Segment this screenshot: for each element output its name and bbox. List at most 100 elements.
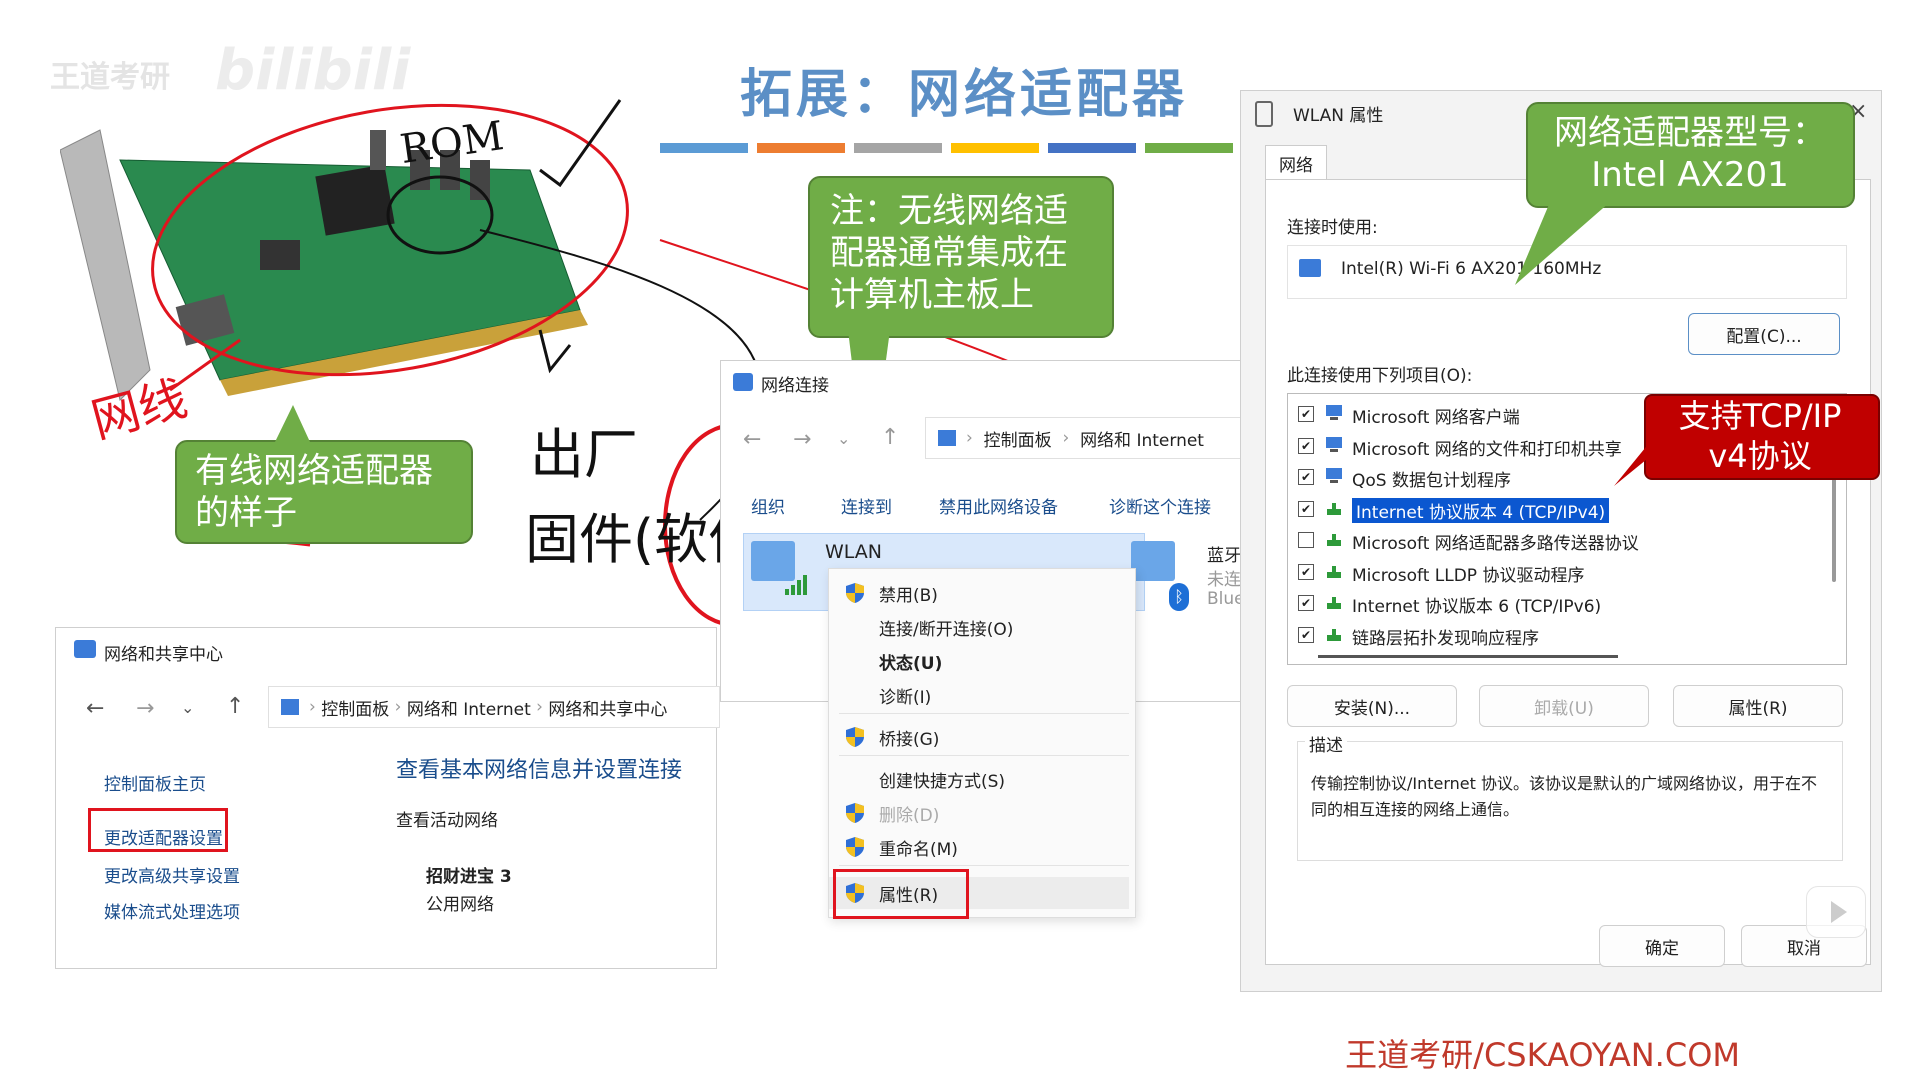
bluetooth-adapter-icon[interactable] — [1131, 541, 1175, 581]
menu-item-rename[interactable]: 重命名(M) — [829, 831, 1129, 863]
forward-arrow-icon[interactable]: → — [136, 696, 154, 721]
back-arrow-icon[interactable]: ← — [86, 696, 104, 721]
menu-item-label: 连接/断开连接(O) — [879, 619, 1014, 640]
breadcrumb-network-internet[interactable]: 网络和 Internet — [1080, 426, 1204, 451]
menu-item-label: 状态(U) — [879, 653, 943, 674]
shield-icon — [845, 836, 865, 858]
up-arrow-icon[interactable]: ↑ — [881, 425, 899, 450]
menu-item-label: 诊断(I) — [879, 687, 932, 708]
tab-network[interactable]: 网络 — [1265, 145, 1327, 180]
chevron-down-icon[interactable]: ⌄ — [181, 698, 194, 717]
menu-item-label: 禁用(B) — [879, 585, 938, 606]
bluetooth-icon: ᛒ — [1169, 583, 1189, 611]
model-callout-pointer — [1515, 202, 1610, 285]
wired-adapter-text: 有线网络适配器 的样子 — [195, 451, 433, 533]
toolbar-diagnose[interactable]: 诊断这个连接 — [1109, 493, 1211, 518]
window-title: WLAN 属性 — [1293, 106, 1384, 126]
link-control-panel-home[interactable]: 控制面板主页 — [104, 770, 206, 795]
shield-icon — [845, 802, 865, 824]
component-item[interactable]: ✔ 链路层拓扑发现响应程序 — [1288, 619, 1846, 649]
window-title: 网络和共享中心 — [104, 645, 223, 665]
menu-item-create-shortcut[interactable]: 创建快捷方式(S) — [829, 763, 1129, 795]
breadcrumb-control-panel[interactable]: 控制面板 — [984, 426, 1052, 451]
toolbar-disable-device[interactable]: 禁用此网络设备 — [939, 493, 1058, 518]
control-panel-icon — [281, 699, 299, 715]
bluetooth-desc: Blue — [1207, 589, 1245, 609]
page-heading: 查看基本网络信息并设置连接 — [396, 758, 683, 783]
factory-annotation: 出厂 — [530, 423, 638, 486]
component-icon — [1324, 467, 1344, 485]
menu-separator — [839, 865, 1129, 866]
menu-item-status[interactable]: 状态(U) — [829, 645, 1129, 677]
component-icon — [1324, 562, 1344, 580]
network-window-icon — [74, 640, 96, 658]
tcpip-callout-text: 支持TCP/IP v4协议 — [1678, 397, 1842, 475]
menu-separator — [839, 755, 1129, 756]
context-menu: 禁用(B) 连接/断开连接(O) 状态(U) 诊断(I) 桥接(G) 创建快捷方式(S) 删… — [828, 568, 1136, 919]
checkbox[interactable]: ✔ — [1298, 500, 1314, 517]
component-icon — [1324, 625, 1344, 643]
network-name: 招财进宝 3 — [426, 867, 512, 887]
menu-item-delete: 删除(D) — [829, 797, 1129, 829]
toolbar-organize[interactable]: 组织 — [751, 493, 785, 518]
checkbox[interactable]: ✔ — [1298, 595, 1314, 611]
list-scrollbar[interactable] — [1832, 472, 1836, 582]
connections-window-icon — [733, 373, 753, 391]
component-label: QoS 数据包计划程序 — [1352, 471, 1511, 491]
adapter-icon — [1299, 259, 1321, 277]
forward-arrow-icon[interactable]: → — [793, 427, 811, 452]
menu-item-connect-disconnect[interactable]: 连接/断开连接(O) — [829, 611, 1129, 643]
checkbox[interactable]: ✔ — [1298, 406, 1314, 422]
component-item[interactable]: ✔ Internet 协议版本 6 (TCP/IPv6) — [1288, 587, 1846, 617]
menu-item-disable[interactable]: 禁用(B) — [829, 577, 1129, 609]
menu-item-diagnose[interactable]: 诊断(I) — [829, 679, 1129, 711]
toolbar-connect-to[interactable]: 连接到 — [841, 493, 892, 518]
uninstall-button: 卸载(U) — [1479, 685, 1649, 727]
window-title: 网络连接 — [761, 376, 829, 396]
component-item[interactable]: ✔ Microsoft LLDP 协议驱动程序 — [1288, 556, 1846, 586]
highlight-box — [88, 808, 228, 852]
horizontal-scrollbar[interactable] — [1318, 655, 1618, 658]
checkbox[interactable]: ✔ — [1298, 437, 1314, 454]
menu-item-bridge[interactable]: 桥接(G) — [829, 721, 1129, 753]
component-item[interactable]: ✔ Internet 协议版本 4 (TCP/IPv4) — [1288, 493, 1846, 523]
ok-button[interactable]: 确定 — [1599, 925, 1725, 967]
configure-button[interactable]: 配置(C)... — [1688, 313, 1840, 355]
link-media-streaming[interactable]: 媒体流式处理选项 — [104, 898, 240, 923]
component-label: Microsoft 网络的文件和打印机共享 — [1352, 439, 1622, 460]
wlan-device-icon — [1255, 101, 1273, 127]
back-arrow-icon[interactable]: ← — [743, 427, 761, 452]
address-bar[interactable]: › 控制面板 › 网络和 Internet › 网络和共享中心 — [268, 686, 720, 728]
component-label: Internet 协议版本 4 (TCP/IPv4) — [1352, 497, 1610, 523]
component-item[interactable]: Microsoft 网络适配器多路传送器协议 — [1288, 524, 1846, 554]
component-icon — [1324, 593, 1344, 611]
component-label: Microsoft 网络适配器多路传送器协议 — [1352, 534, 1639, 554]
breadcrumb-network-internet[interactable]: 网络和 Internet — [407, 695, 531, 720]
breadcrumb-sharing-center[interactable]: 网络和共享中心 — [548, 695, 667, 720]
active-networks-label: 查看活动网络 — [396, 811, 498, 831]
link-advanced-sharing[interactable]: 更改高级共享设置 — [104, 862, 240, 887]
breadcrumb-control-panel[interactable]: 控制面板 — [321, 695, 389, 720]
adapter-model-text: 网络适配器型号： Intel AX201 — [1554, 113, 1826, 195]
component-icon — [1324, 499, 1344, 517]
play-icon[interactable] — [1806, 886, 1866, 938]
footer-brand: 王道考研/CSKAOYAN.COM — [1345, 1036, 1740, 1074]
checkbox[interactable]: ✔ — [1298, 469, 1314, 485]
item-properties-button[interactable]: 属性(R) — [1673, 685, 1843, 727]
checkbox[interactable]: ✔ — [1298, 563, 1314, 580]
checkbox[interactable] — [1298, 532, 1314, 548]
menu-separator — [839, 713, 1129, 714]
up-arrow-icon[interactable]: ↑ — [226, 694, 244, 719]
bluetooth-status: 未连 — [1207, 570, 1241, 590]
install-button[interactable]: 安装(N)... — [1287, 685, 1457, 727]
menu-item-label: 重命名(M) — [879, 839, 958, 860]
highlight-box — [833, 869, 969, 919]
address-bar[interactable]: › 控制面板 › 网络和 Internet — [925, 417, 1242, 459]
signal-bars-icon — [785, 571, 813, 595]
checkbox[interactable]: ✔ — [1298, 626, 1314, 643]
control-panel-icon — [938, 430, 956, 446]
description-text: 传输控制协议/Internet 协议。该协议是默认的广域网络协议，用于在不同的相… — [1311, 774, 1818, 819]
chevron-down-icon[interactable]: ⌄ — [837, 429, 850, 448]
menu-item-label: 桥接(G) — [879, 729, 940, 750]
connect-using-label: 连接时使用: — [1287, 218, 1378, 238]
